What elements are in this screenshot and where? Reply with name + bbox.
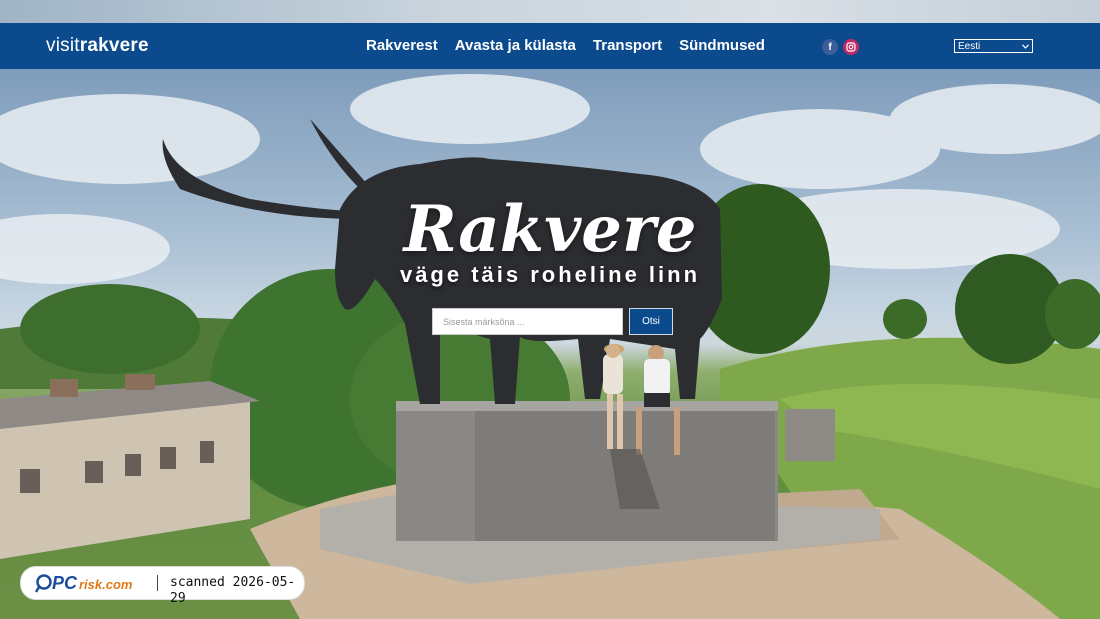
pcrisk-watermark: PC risk.com scanned 2026-05-29: [20, 566, 305, 606]
site-logo[interactable]: visitrakvere: [46, 35, 149, 57]
social-links: f: [822, 39, 859, 55]
logo-name: rakvere: [79, 35, 149, 56]
instagram-glyph: [846, 42, 856, 52]
hero-banner: Rakvere väge täis roheline linn Sisesta …: [0, 69, 1100, 619]
pcrisk-logo-graphic: PC risk.com: [35, 573, 133, 593]
chevron-down-icon: [1022, 43, 1029, 49]
svg-text:risk.com: risk.com: [79, 577, 133, 592]
nav-item-rakverest[interactable]: Rakverest: [366, 37, 438, 54]
pcrisk-logo: PC risk.com: [35, 572, 145, 594]
facebook-icon[interactable]: f: [822, 39, 838, 55]
watermark-text: scanned 2026-05-29: [157, 575, 304, 606]
sky-strip: [0, 0, 1100, 23]
search-input[interactable]: Sisesta märksõna ...: [432, 308, 623, 335]
nav-item-sundmused[interactable]: Sündmused: [679, 37, 765, 54]
site-header: visitrakvere Rakverest Avasta ja külasta…: [0, 23, 1100, 69]
search-button[interactable]: Otsi: [629, 308, 673, 335]
instagram-icon[interactable]: [843, 39, 859, 55]
svg-text:PC: PC: [52, 573, 78, 593]
nav-item-avasta[interactable]: Avasta ja külasta: [455, 37, 576, 54]
logo-prefix: visit: [46, 35, 80, 56]
hero-subtitle: väge täis roheline linn: [399, 262, 701, 287]
language-select[interactable]: Eesti: [954, 39, 1033, 53]
hero-title: Rakvere: [403, 192, 697, 267]
nav-item-transport[interactable]: Transport: [593, 37, 662, 54]
hero-photo: [0, 74, 1100, 619]
search-placeholder: Sisesta märksõna ...: [443, 316, 525, 327]
main-nav: Rakverest Avasta ja külasta Transport Sü…: [366, 37, 782, 54]
language-selected: Eesti: [958, 40, 981, 52]
